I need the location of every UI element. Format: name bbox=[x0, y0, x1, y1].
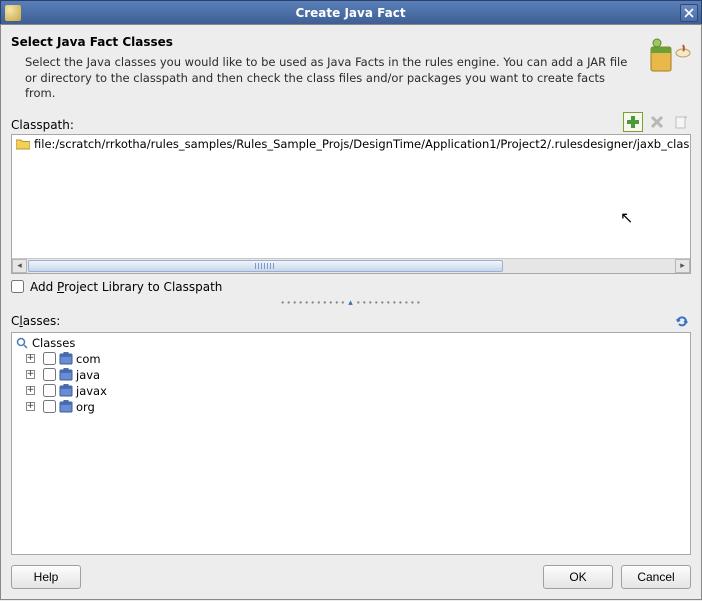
package-icon bbox=[59, 384, 73, 397]
horizontal-scrollbar[interactable]: ◂ ▸ bbox=[12, 258, 690, 273]
tree-root-label: Classes bbox=[32, 336, 75, 350]
app-icon bbox=[5, 5, 21, 21]
classes-header-row: Classes: bbox=[11, 312, 691, 330]
scroll-right-button[interactable]: ▸ bbox=[675, 259, 690, 273]
clear-classpath-button bbox=[671, 112, 691, 132]
add-classpath-button[interactable] bbox=[623, 112, 643, 132]
folder-icon bbox=[16, 138, 30, 150]
dialog-body: Select Java Fact Classes Select the Java… bbox=[0, 24, 702, 600]
package-checkbox[interactable] bbox=[43, 384, 56, 397]
section-title: Select Java Fact Classes bbox=[11, 35, 639, 49]
expand-icon[interactable]: + bbox=[26, 354, 35, 363]
tree-item[interactable]: + com bbox=[14, 351, 688, 367]
classes-tree[interactable]: Classes + com + java + javax + org bbox=[11, 332, 691, 555]
button-bar: Help OK Cancel bbox=[11, 555, 691, 599]
add-project-library-checkbox[interactable] bbox=[11, 280, 24, 293]
titlebar: Create Java Fact bbox=[0, 0, 702, 24]
expand-icon[interactable]: + bbox=[26, 370, 35, 379]
tree-item[interactable]: + javax bbox=[14, 383, 688, 399]
window-title: Create Java Fact bbox=[21, 6, 680, 20]
classpath-item-text: file:/scratch/rrkotha/rules_samples/Rule… bbox=[34, 137, 691, 151]
scroll-thumb[interactable] bbox=[28, 260, 503, 272]
window-close-button[interactable] bbox=[680, 4, 698, 22]
package-checkbox[interactable] bbox=[43, 368, 56, 381]
help-button[interactable]: Help bbox=[11, 565, 81, 589]
refresh-icon bbox=[674, 313, 690, 329]
classpath-label: Classpath: bbox=[11, 118, 623, 132]
package-name: javax bbox=[76, 384, 107, 398]
remove-classpath-button bbox=[647, 112, 667, 132]
add-project-library-row: Add Project Library to Classpath bbox=[11, 280, 691, 294]
package-name: com bbox=[76, 352, 101, 366]
ok-button[interactable]: OK bbox=[543, 565, 613, 589]
remove-icon bbox=[650, 115, 664, 129]
add-project-library-label: Add Project Library to Classpath bbox=[30, 280, 222, 294]
header-row: Select Java Fact Classes Select the Java… bbox=[11, 25, 691, 102]
close-icon bbox=[684, 8, 694, 18]
package-checkbox[interactable] bbox=[43, 352, 56, 365]
classpath-item[interactable]: file:/scratch/rrkotha/rules_samples/Rule… bbox=[12, 135, 690, 153]
package-name: java bbox=[76, 368, 100, 382]
tree-root[interactable]: Classes bbox=[14, 335, 688, 351]
add-icon bbox=[626, 115, 640, 129]
scroll-left-button[interactable]: ◂ bbox=[12, 259, 27, 273]
classpath-list[interactable]: file:/scratch/rrkotha/rules_samples/Rule… bbox=[11, 134, 691, 274]
package-icon bbox=[59, 352, 73, 365]
classes-label: Classes: bbox=[11, 314, 673, 328]
package-checkbox[interactable] bbox=[43, 400, 56, 413]
classpath-header-row: Classpath: bbox=[11, 112, 691, 132]
clear-icon bbox=[674, 115, 688, 129]
section-description: Select the Java classes you would like t… bbox=[25, 55, 639, 102]
package-name: org bbox=[76, 400, 95, 414]
package-icon bbox=[59, 368, 73, 381]
expand-icon[interactable]: + bbox=[26, 402, 35, 411]
magnifier-icon bbox=[16, 337, 28, 349]
refresh-classes-button[interactable] bbox=[673, 312, 691, 330]
package-icon bbox=[59, 400, 73, 413]
cancel-button[interactable]: Cancel bbox=[621, 565, 691, 589]
expand-icon[interactable]: + bbox=[26, 386, 35, 395]
java-fact-wizard-icon bbox=[647, 35, 691, 75]
split-divider[interactable]: ∙∙∙∙∙∙∙∙∙∙∙▴∙∙∙∙∙∙∙∙∙∙∙ bbox=[11, 298, 691, 308]
tree-item[interactable]: + java bbox=[14, 367, 688, 383]
tree-item[interactable]: + org bbox=[14, 399, 688, 415]
